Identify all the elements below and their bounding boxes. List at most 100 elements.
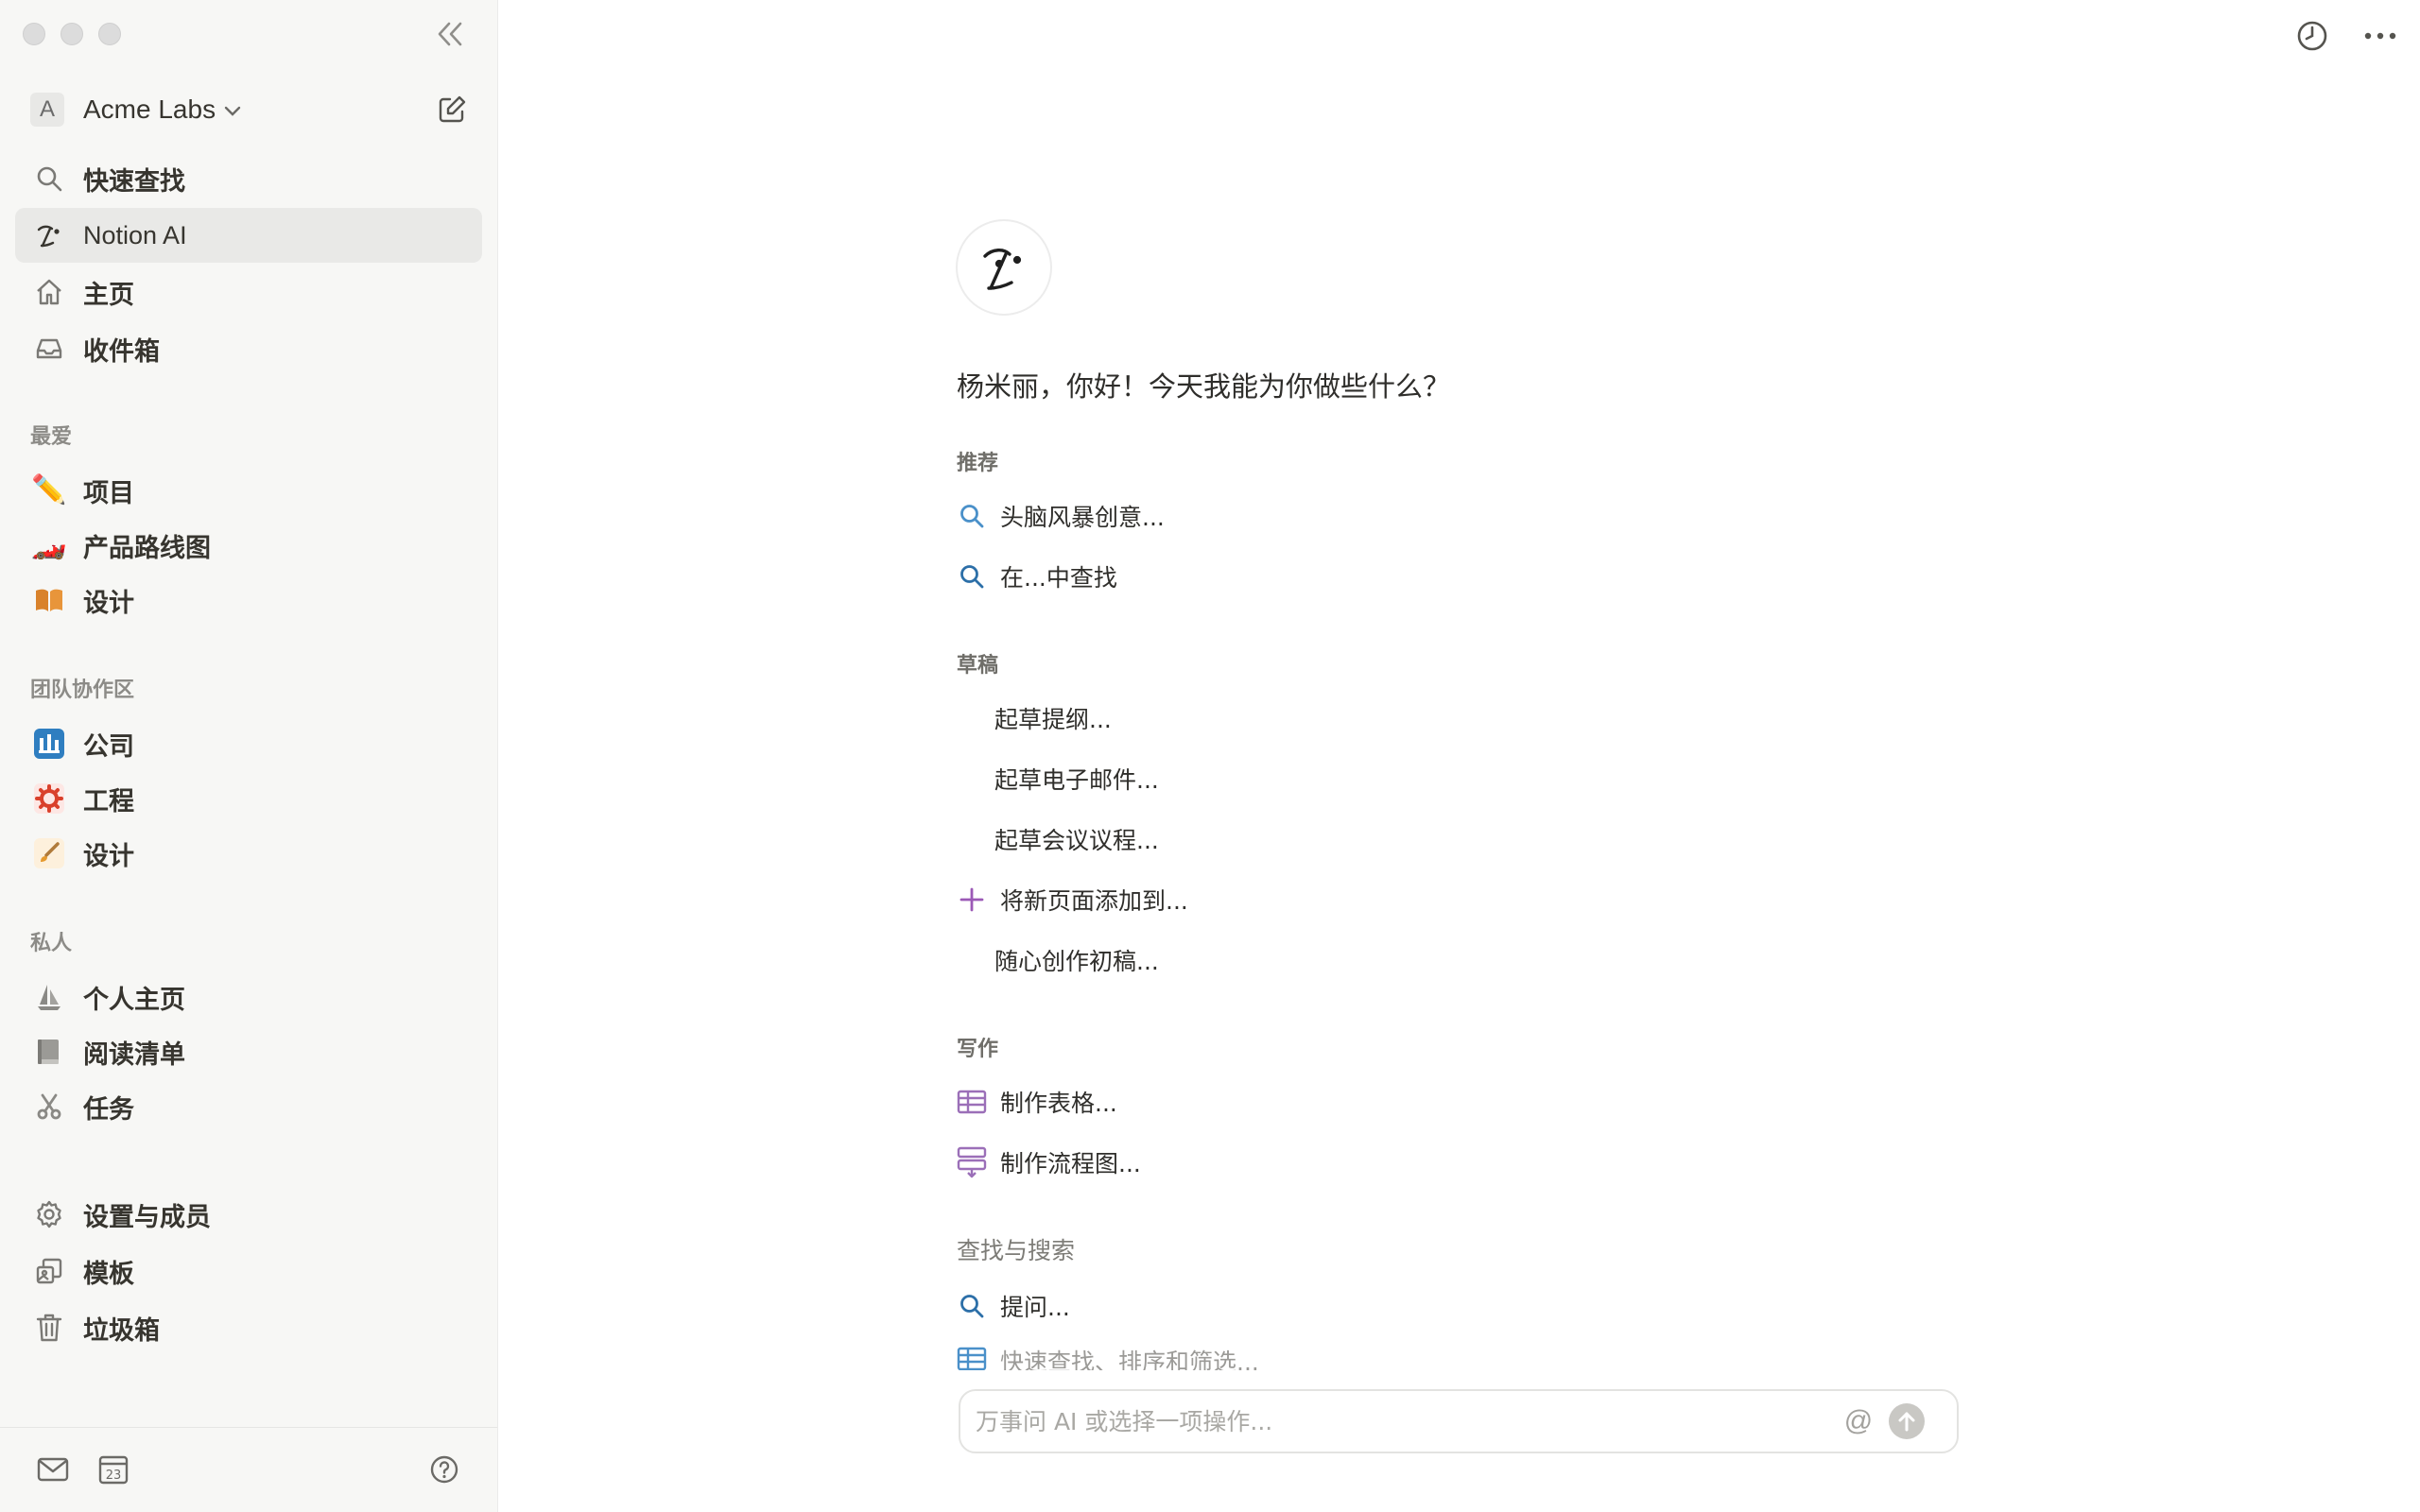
notion-ai-icon [32,218,66,252]
action-brainstorm[interactable]: 头脑风暴创意... [957,495,1165,537]
calendar-day: 23 [106,1469,122,1483]
favorites-section-title[interactable]: 最爱 [30,420,72,450]
search-icon [957,561,987,592]
table-icon [957,1087,987,1117]
history-button[interactable] [2291,15,2333,57]
calendar-button[interactable]: 23 [93,1449,134,1490]
flowchart-icon [957,1146,987,1178]
sidebar-item-personal-home[interactable]: 个人主页 [15,970,482,1024]
chevron-down-icon [224,106,241,116]
mail-button[interactable] [32,1449,74,1490]
private-section-title[interactable]: 私人 [30,926,72,956]
action-label: 起草会议议程... [994,827,1159,854]
plus-icon [957,885,987,915]
more-options-button[interactable] [2360,15,2401,57]
workspace-avatar: A [30,93,64,127]
ai-prompt-box: @ [959,1389,1959,1453]
sidebar-item-label: 个人主页 [83,985,185,1015]
collapse-sidebar-button[interactable] [431,17,469,51]
nav-quick-find[interactable]: 快速查找 [15,151,482,206]
sidebar-item-design-team[interactable]: 设计 [15,826,482,881]
action-label: 将新页面添加到... [1000,887,1188,915]
workspace-switcher[interactable]: A Acme Labs [30,91,475,129]
action-find-in[interactable]: 在...中查找 [957,556,1117,597]
sidebar-item-label: 工程 [83,786,134,816]
action-draft-agenda[interactable]: 起草会议议程... [957,818,1159,860]
recommended-group-title: 推荐 [957,452,999,475]
compose-icon [439,95,466,123]
nav-inbox-label: 收件箱 [83,336,160,367]
new-page-button[interactable] [433,91,471,129]
action-draft-outline[interactable]: 起草提纲... [957,697,1112,739]
nav-notion-ai[interactable]: Notion AI [15,208,482,263]
book-gray-icon [32,1035,66,1069]
notion-ai-avatar [956,219,1052,316]
help-icon [430,1455,458,1484]
action-label: 头脑风暴创意... [1000,504,1165,531]
racing-car-icon: 🏎️ [31,528,67,561]
home-icon [32,275,66,309]
mention-button[interactable]: @ [1840,1402,1877,1440]
company-icon [32,727,66,761]
action-label: 随心创作初稿... [994,948,1159,975]
nav-templates[interactable]: 模板 [15,1244,482,1298]
nav-templates-label: 模板 [83,1259,134,1289]
double-chevron-left-icon [438,22,462,46]
nav-home[interactable]: 主页 [15,265,482,319]
notion-ai-face-icon [983,249,1022,290]
nav-quick-find-label: 快速查找 [83,166,185,197]
send-button[interactable] [1889,1403,1925,1439]
sailboat-icon [32,980,66,1014]
action-label: 制作表格... [1000,1090,1117,1117]
action-freeform-draft[interactable]: 随心创作初稿... [957,939,1159,981]
nav-settings-members[interactable]: 设置与成员 [15,1187,482,1242]
drafts-group-title: 草稿 [957,654,999,678]
action-make-table[interactable]: 制作表格... [957,1081,1117,1123]
action-label: 起草提纲... [994,706,1112,733]
sidebar-item-label: 设计 [83,841,134,871]
sidebar-item-projects[interactable]: ✏️ 项目 [15,463,482,518]
action-label: 制作流程图... [1000,1150,1141,1177]
book-icon [32,583,66,617]
sidebar: A Acme Labs 快速查找 Notion AI 主页 收件箱 最爱 ✏️ … [0,0,498,1512]
sidebar-item-company[interactable]: 公司 [15,716,482,771]
clock-icon [2297,21,2327,51]
action-label: 在...中查找 [1000,564,1117,592]
nav-inbox[interactable]: 收件箱 [15,321,482,376]
ai-greeting: 杨米丽，你好！今天我能为你做些什么？ [957,370,1451,403]
trash-icon [32,1311,66,1345]
minimize-window-button[interactable] [60,23,83,45]
sidebar-item-engineering[interactable]: 工程 [15,771,482,826]
search-icon [32,162,66,196]
action-add-page-to[interactable]: 将新页面添加到... [957,879,1188,920]
sidebar-item-roadmap[interactable]: 🏎️ 产品路线图 [15,518,482,573]
maximize-window-button[interactable] [98,23,121,45]
sidebar-item-label: 项目 [83,478,134,508]
action-ask-question[interactable]: 提问... [957,1285,1070,1327]
inbox-icon [32,332,66,366]
action-draft-email[interactable]: 起草电子邮件... [957,758,1159,799]
top-right-toolbar [2291,15,2401,57]
brush-icon [32,836,66,870]
mail-icon [37,1457,69,1482]
templates-icon [32,1254,66,1288]
window-controls [23,23,121,45]
nav-settings-label: 设置与成员 [83,1202,211,1232]
sidebar-item-label: 阅读清单 [83,1040,185,1070]
teamspaces-section-title[interactable]: 团队协作区 [30,673,134,703]
sidebar-item-label: 产品路线图 [83,533,211,563]
action-quick-find-sort-filter[interactable]: 快速查找、排序和筛选... [957,1346,1259,1370]
nav-trash[interactable]: 垃圾箱 [15,1300,482,1355]
action-make-flowchart[interactable]: 制作流程图... [957,1142,1141,1183]
calendar-icon: 23 [98,1455,129,1485]
scissors-icon [32,1090,66,1124]
close-window-button[interactable] [23,23,45,45]
sidebar-item-tasks[interactable]: 任务 [15,1079,482,1134]
nav-notion-ai-label: Notion AI [83,220,187,249]
gear-red-icon [32,782,66,816]
sidebar-footer: 23 [0,1427,497,1512]
ai-prompt-input[interactable] [976,1407,1840,1435]
sidebar-item-reading-list[interactable]: 阅读清单 [15,1024,482,1079]
sidebar-item-design[interactable]: 设计 [15,573,482,627]
help-button[interactable] [424,1449,465,1490]
